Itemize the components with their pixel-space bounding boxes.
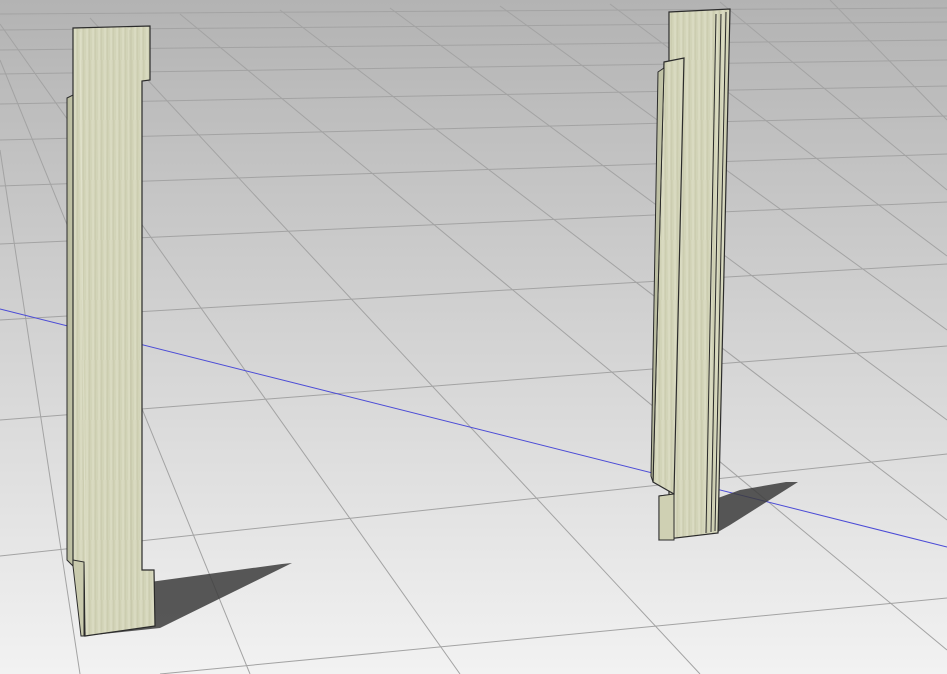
3d-viewport[interactable] [0,0,947,674]
right-wooden-post[interactable] [650,8,731,541]
left-wooden-post[interactable] [66,25,156,637]
scene-canvas[interactable] [0,0,947,674]
